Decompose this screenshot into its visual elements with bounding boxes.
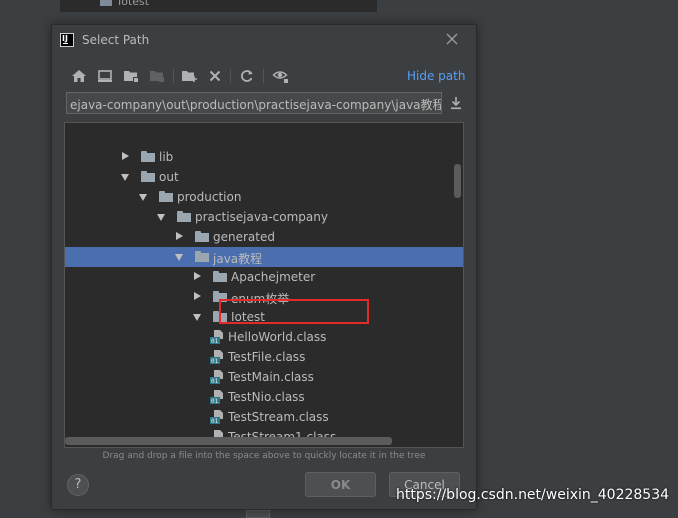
tree-file-row[interactable]: 01 TestStream.class [65, 407, 451, 427]
tree-item-label: TestFile.class [228, 350, 306, 364]
collapse-arrow-icon[interactable] [122, 152, 129, 160]
desktop-button[interactable] [96, 67, 114, 85]
tree-item-label: Iotest [231, 310, 265, 324]
new-folder-icon [182, 71, 197, 82]
dialog-toolbar: Hide path [70, 67, 470, 87]
folder-icon [213, 311, 227, 322]
class-file-icon: 01 [210, 350, 223, 364]
project-folder-icon [124, 71, 139, 83]
tree-file-row[interactable]: 01 TestMain.class [65, 367, 451, 387]
tree-folder-row[interactable]: practisejava-company [65, 207, 451, 227]
tree-file-row[interactable]: 01 TestFile.class [65, 347, 451, 367]
refresh-icon [241, 70, 253, 82]
collapse-arrow-icon[interactable] [194, 272, 201, 280]
svg-text:01: 01 [211, 338, 219, 344]
new-folder-button[interactable] [180, 67, 198, 85]
desktop-icon [98, 70, 112, 82]
svg-text:01: 01 [211, 378, 219, 384]
tree-item-label: Apachejmeter [231, 270, 316, 284]
svg-text:01: 01 [211, 358, 219, 364]
folder-icon [213, 271, 227, 282]
tree-item-label: java教程 [213, 252, 263, 266]
toolbar-separator [173, 69, 174, 83]
delete-button[interactable] [206, 67, 224, 85]
select-path-dialog: IJ Select Path Hide path ejava-company\o… [51, 24, 477, 510]
tree-item-label: TestStream.class [228, 410, 329, 424]
home-icon [72, 70, 86, 82]
folder-icon [195, 231, 209, 242]
home-button[interactable] [70, 67, 88, 85]
background-folder-icon [100, 0, 112, 6]
tree-item-label: generated [213, 230, 275, 244]
tree-item-label: practisejava-company [195, 210, 328, 224]
hide-path-link[interactable]: Hide path [407, 69, 465, 83]
svg-text:01: 01 [211, 398, 219, 404]
tree-folder-row[interactable]: out [65, 167, 451, 187]
tree-item-label: lib [159, 150, 174, 164]
ok-button[interactable]: OK [305, 472, 376, 497]
folder-icon [177, 211, 191, 222]
folder-icon [141, 151, 155, 162]
tree-folder-row[interactable]: java教程 [65, 247, 463, 267]
tree-item-label: production [177, 190, 242, 204]
tree-item-label: HelloWorld.class [228, 330, 327, 344]
expand-arrow-icon[interactable] [121, 174, 129, 181]
dialog-titlebar: IJ Select Path [52, 25, 476, 55]
download-icon [451, 97, 461, 110]
path-value: ejava-company\out\production\practisejav… [70, 98, 441, 112]
tree-item-label: out [159, 170, 179, 184]
tree-file-row[interactable]: 01 HelloWorld.class [65, 327, 451, 347]
horizontal-scrollbar[interactable] [65, 437, 392, 445]
path-field[interactable]: ejava-company\out\production\practisejav… [66, 92, 442, 114]
class-file-icon: 01 [210, 330, 223, 344]
help-button[interactable]: ? [67, 474, 89, 496]
show-hidden-icon [272, 71, 289, 84]
collapse-arrow-icon[interactable] [176, 232, 183, 240]
close-button[interactable] [442, 29, 462, 49]
background-tree-strip: Iotest [60, 0, 377, 12]
drag-drop-hint: Drag and drop a file into the space abov… [102, 451, 426, 461]
class-file-icon: 01 [210, 370, 223, 384]
module-folder-icon [150, 71, 164, 82]
tree-item-label: TestNio.class [228, 390, 305, 404]
file-tree[interactable]: lib out production practisejava-company gene… [64, 122, 464, 448]
vertical-scrollbar[interactable] [454, 164, 461, 198]
tree-folder-row[interactable]: lib [65, 147, 451, 167]
tree-folder-row[interactable]: enum枚举 [65, 287, 451, 307]
tree-file-row[interactable]: 01 TestNio.class [65, 387, 451, 407]
tree-file-row[interactable]: 01TestStream2.class [65, 447, 451, 448]
expand-arrow-icon[interactable] [193, 314, 201, 321]
project-folder-button[interactable] [122, 67, 140, 85]
svg-text:01: 01 [211, 418, 219, 424]
expand-arrow-icon[interactable] [157, 214, 165, 221]
refresh-button[interactable] [238, 67, 256, 85]
watermark: https://blog.csdn.net/weixin_40228534 [396, 487, 670, 503]
expand-arrow-icon[interactable] [175, 254, 183, 261]
tree-folder-row[interactable]: Apachejmeter [65, 267, 451, 287]
background-tree-item: Iotest [118, 0, 150, 8]
class-file-icon: 01 [210, 390, 223, 404]
folder-icon [141, 171, 155, 182]
tree-folder-row[interactable]: Iotest [65, 307, 451, 327]
tree-folder-row[interactable]: production [65, 187, 451, 207]
show-hidden-button[interactable] [272, 67, 290, 85]
background-button-fragment [246, 510, 270, 518]
tree-folder-row[interactable]: generated [65, 227, 451, 247]
intellij-app-icon: IJ [60, 33, 74, 47]
collapse-arrow-icon[interactable] [194, 292, 201, 300]
folder-icon [159, 191, 173, 202]
delete-icon [209, 70, 221, 82]
module-folder-button [148, 67, 166, 85]
folder-icon [195, 251, 209, 262]
locate-path-button[interactable] [448, 95, 464, 111]
close-icon [446, 33, 458, 45]
class-file-icon: 01 [210, 410, 223, 424]
tree-item-label: enum枚举 [231, 292, 290, 306]
toolbar-separator [263, 69, 264, 83]
folder-icon [213, 291, 227, 302]
expand-arrow-icon[interactable] [139, 194, 147, 201]
toolbar-separator [230, 69, 231, 83]
dialog-title: Select Path [82, 33, 150, 47]
tree-item-label: TestMain.class [228, 370, 314, 384]
